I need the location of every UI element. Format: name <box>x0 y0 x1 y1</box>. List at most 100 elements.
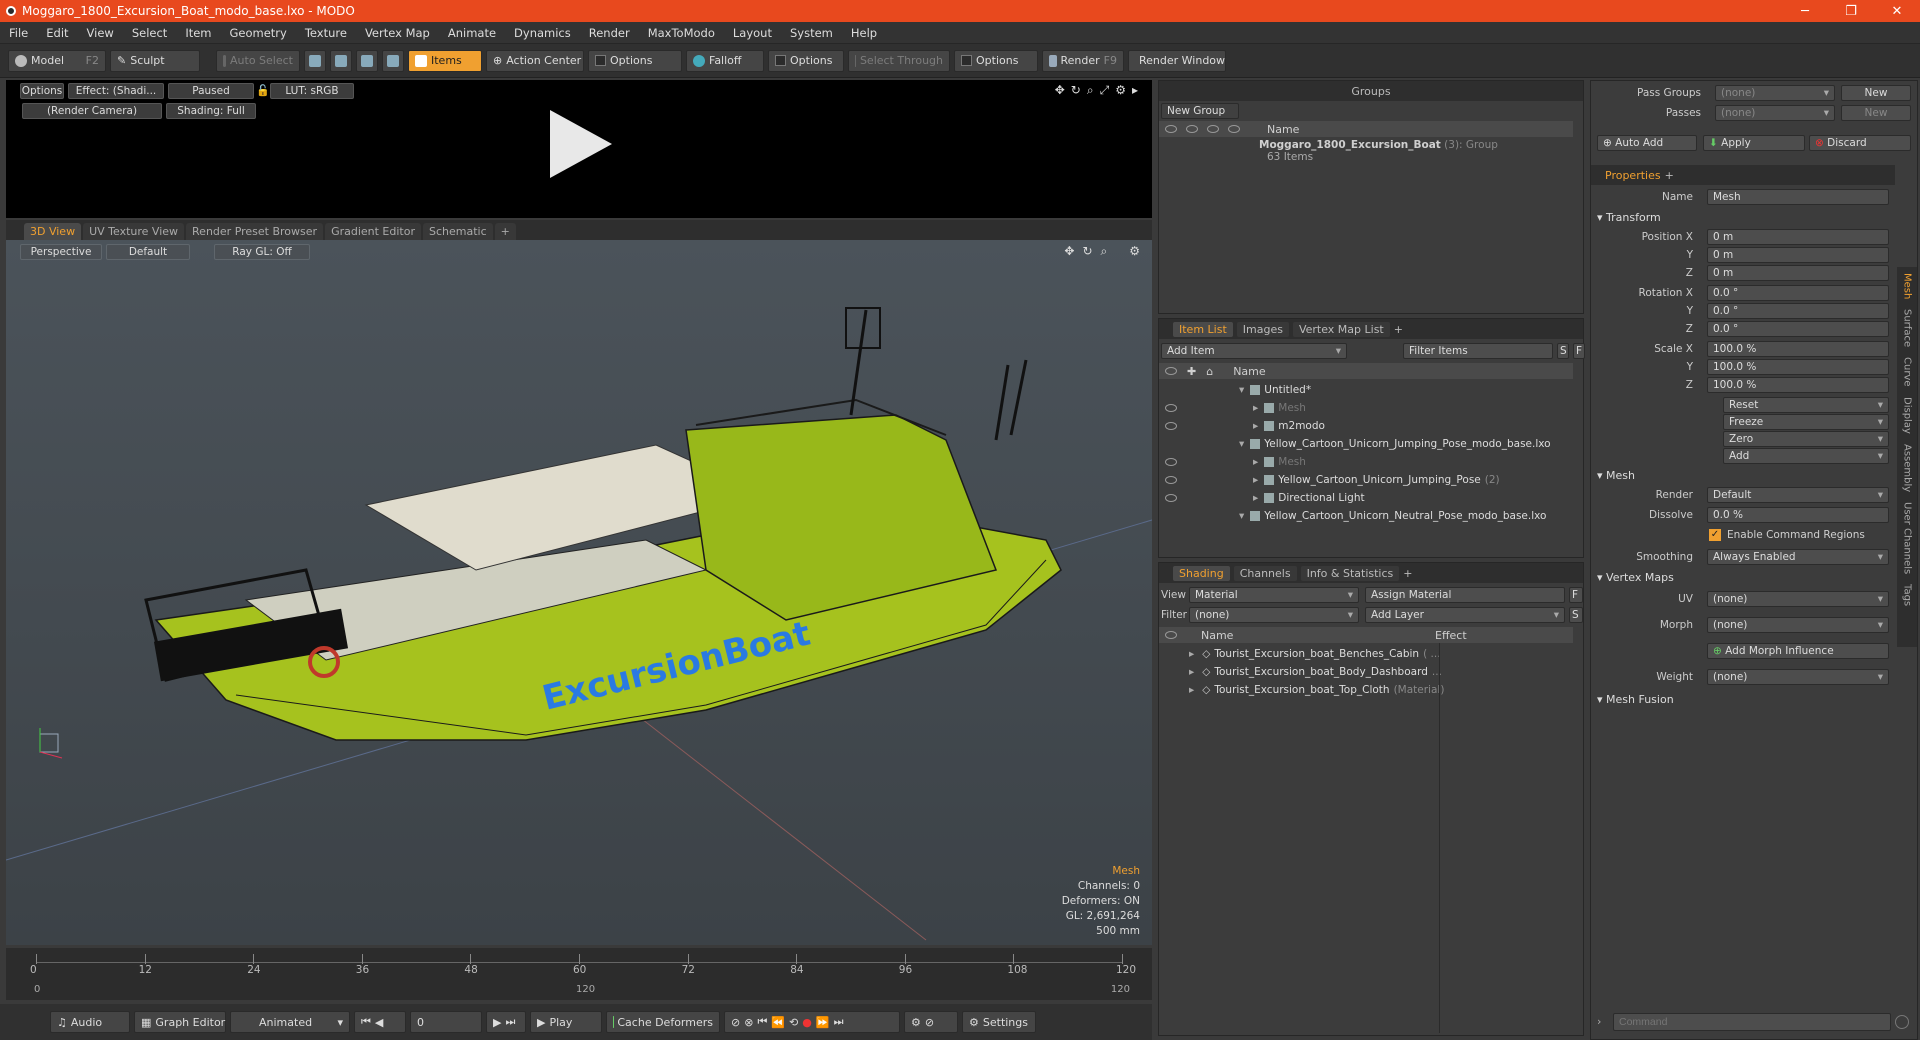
command-input[interactable] <box>1613 1013 1891 1031</box>
dissolve-field[interactable]: 0.0 % <box>1707 507 1889 523</box>
render-window-button[interactable]: Render Window <box>1128 49 1226 72</box>
menu-vertex-map[interactable]: Vertex Map <box>356 26 439 40</box>
sculpt-mode-button[interactable]: ✎ Sculpt <box>110 49 200 72</box>
pass-groups-dropdown[interactable]: (none) <box>1715 85 1835 101</box>
menu-view[interactable]: View <box>78 26 123 40</box>
expand-arrow-icon[interactable]: ▾ <box>1239 510 1244 522</box>
key-icon[interactable]: ⚙ <box>911 1016 921 1029</box>
discard-button[interactable]: ⊗ Discard <box>1809 135 1911 151</box>
rotation-x-field[interactable]: 0.0 ° <box>1707 285 1889 301</box>
3d-viewport[interactable]: Perspective Default Ray GL: Off ✥ ↻ ⌕ ⚙ … <box>6 240 1152 945</box>
tab-schematic[interactable]: Schematic <box>423 223 493 240</box>
add-morph-influence-button[interactable]: ⊕ Add Morph Influence <box>1707 643 1889 659</box>
smoothing-dropdown[interactable]: Always Enabled <box>1707 549 1889 565</box>
key-icon[interactable]: ⊘ <box>925 1016 934 1029</box>
add-tab-button[interactable]: + <box>1394 323 1403 336</box>
auto-add-button[interactable]: ⊕ Auto Add <box>1597 135 1697 151</box>
menu-layout[interactable]: Layout <box>724 26 781 40</box>
command-history-icon[interactable] <box>1895 1015 1909 1029</box>
side-tab-assembly[interactable]: Assembly <box>1902 444 1913 492</box>
falloff-options-button[interactable]: Options <box>768 49 844 72</box>
shading-button[interactable]: Shading: Full <box>166 103 256 119</box>
item-list-row[interactable]: ▸ m2modo <box>1159 417 1573 435</box>
item-list-row[interactable]: ▸ Mesh <box>1159 453 1573 471</box>
expand-arrow-icon[interactable]: ▸ <box>1253 402 1258 414</box>
minimize-icon[interactable]: ─ <box>1782 4 1828 19</box>
expand-arrow-icon[interactable]: ▸ <box>1189 666 1194 678</box>
audio-button[interactable]: ♫ Audio <box>50 1011 130 1033</box>
zero-dropdown[interactable]: Zero <box>1723 431 1889 447</box>
uv-dropdown[interactable]: (none) <box>1707 591 1889 607</box>
side-tab-surface[interactable]: Surface <box>1902 309 1913 347</box>
key-icon[interactable]: ⟲ <box>789 1016 798 1029</box>
tab-uv-texture-view[interactable]: UV Texture View <box>83 223 185 240</box>
side-tab-display[interactable]: Display <box>1902 397 1913 434</box>
filter-dropdown[interactable]: (none) <box>1189 607 1359 623</box>
key-icon[interactable]: ⊘ <box>731 1016 740 1029</box>
lock-icon[interactable]: 🔓 <box>256 84 270 97</box>
shader-row[interactable]: ▸ ◇ Tourist_Excursion_boat_Benches_Cabin( … <box>1159 645 1573 663</box>
menu-geometry[interactable]: Geometry <box>221 26 296 40</box>
side-tab-curve[interactable]: Curve <box>1902 357 1913 387</box>
name-field[interactable]: Mesh <box>1707 189 1889 205</box>
close-icon[interactable]: ✕ <box>1874 4 1920 19</box>
eye-icon[interactable] <box>1165 494 1177 502</box>
preview-paused-button[interactable]: Paused <box>168 83 254 99</box>
menu-maxtomodo[interactable]: MaxToModo <box>639 26 724 40</box>
menu-system[interactable]: System <box>781 26 842 40</box>
side-tab-mesh[interactable]: Mesh <box>1902 273 1913 299</box>
auto-select-button[interactable]: Auto Select <box>216 49 300 72</box>
new-pass-button[interactable]: New <box>1841 105 1911 121</box>
frame-field[interactable]: 0 <box>410 1011 482 1033</box>
skip-back-buttons[interactable]: ⏮ ◀ <box>354 1011 406 1033</box>
record-icon[interactable]: ● <box>802 1016 812 1029</box>
cache-deformers-button[interactable]: Cache Deformers <box>606 1011 720 1033</box>
edges-mode-button[interactable] <box>330 49 352 72</box>
menu-animate[interactable]: Animate <box>439 26 505 40</box>
eye-icon[interactable] <box>1165 476 1177 484</box>
apply-button[interactable]: ⬇ Apply <box>1703 135 1805 151</box>
play-button[interactable]: ▶ Play <box>530 1011 602 1033</box>
falloff-button[interactable]: Falloff <box>686 49 764 72</box>
play-icon[interactable] <box>550 110 612 178</box>
scale-z-field[interactable]: 100.0 % <box>1707 377 1889 393</box>
menu-edit[interactable]: Edit <box>37 26 77 40</box>
morph-dropdown[interactable]: (none) <box>1707 617 1889 633</box>
tab-vertex-map-list[interactable]: Vertex Map List <box>1292 321 1390 337</box>
item-list-row[interactable]: ▾ Yellow_Cartoon_Unicorn_Neutral_Pose_mod… <box>1159 507 1573 525</box>
expand-arrow-icon[interactable]: ▸ <box>1253 492 1258 504</box>
checkbox-checked-icon[interactable]: ✓ <box>1709 529 1721 541</box>
group-row[interactable]: Moggaro_1800_Excursion_Boat (3): Group 6… <box>1159 139 1573 169</box>
item-list-row[interactable]: ▸ Directional Light <box>1159 489 1573 507</box>
item-list-row[interactable]: ▾ Untitled* <box>1159 381 1573 399</box>
scale-x-field[interactable]: 100.0 % <box>1707 341 1889 357</box>
add-tab-button[interactable]: + <box>1665 169 1674 182</box>
key-icon[interactable]: ⏪ <box>771 1016 785 1029</box>
filter-items-input[interactable]: Filter Items <box>1403 343 1553 359</box>
side-tab-user-channels[interactable]: User Channels <box>1902 502 1913 574</box>
menu-render[interactable]: Render <box>580 26 639 40</box>
rotate-icon[interactable]: ↻ <box>1071 83 1081 98</box>
expand-arrow-icon[interactable]: ▸ <box>1189 648 1194 660</box>
key-icon[interactable]: ⊗ <box>744 1016 753 1029</box>
lut-button[interactable]: LUT: sRGB <box>270 83 354 99</box>
f-button[interactable]: F <box>1573 343 1585 359</box>
weight-dropdown[interactable]: (none) <box>1707 669 1889 685</box>
action-center-options-button[interactable]: Options <box>588 49 682 72</box>
tab-render-preset-browser[interactable]: Render Preset Browser <box>186 223 324 240</box>
render-preview[interactable]: Options Effect: (Shadi... Paused 🔓 LUT: … <box>6 80 1152 218</box>
item-list-row[interactable]: ▸ Yellow_Cartoon_Unicorn_Jumping_Pose (2) <box>1159 471 1573 489</box>
action-center-button[interactable]: ⊕ Action Center <box>486 49 584 72</box>
expand-arrow-icon[interactable]: ▸ <box>1253 456 1258 468</box>
s-button[interactable]: S <box>1557 343 1569 359</box>
key-icon[interactable]: ⏩ <box>816 1016 830 1029</box>
tab-properties[interactable]: Properties <box>1605 169 1661 182</box>
menu-help[interactable]: Help <box>842 26 886 40</box>
freeze-dropdown[interactable]: Freeze <box>1723 414 1889 430</box>
eye-icon[interactable] <box>1165 458 1177 466</box>
new-group-button[interactable]: New Group <box>1161 103 1239 119</box>
add-dropdown[interactable]: Add <box>1723 448 1889 464</box>
add-layer-dropdown[interactable]: Add Layer <box>1365 607 1565 623</box>
materials-mode-button[interactable] <box>382 49 404 72</box>
position-z-field[interactable]: 0 m <box>1707 265 1889 281</box>
